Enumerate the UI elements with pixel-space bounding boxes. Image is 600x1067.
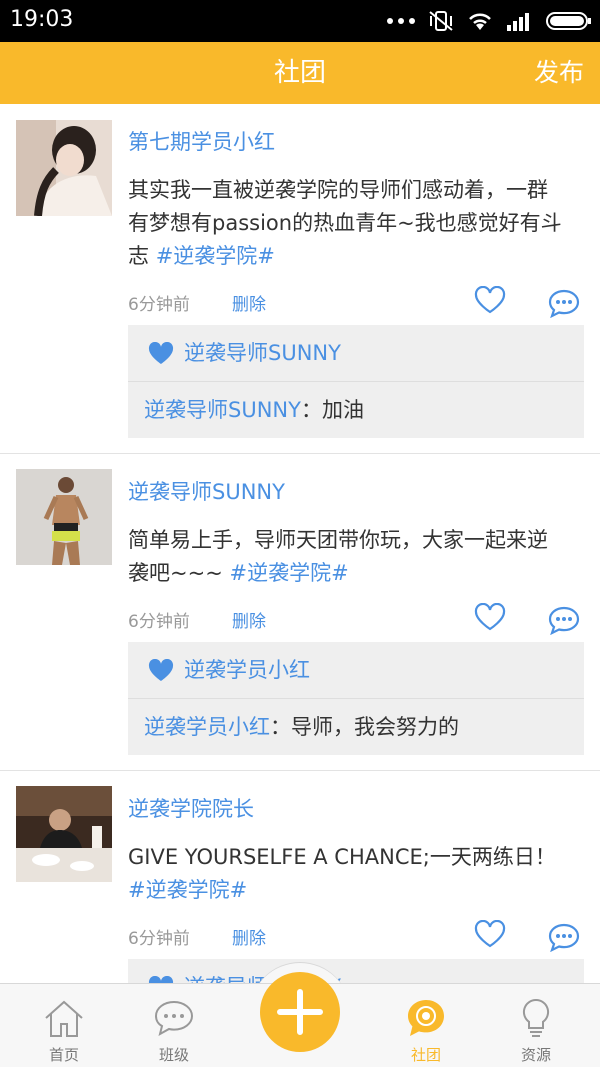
post-item: 第七期学员小红 其实我一直被逆袭学院的导师们感动着，一群 有梦想有passion… xyxy=(0,104,600,454)
liker-name[interactable]: 逆袭学员小红 xyxy=(184,642,310,699)
like-row: 逆袭导师SUNNY xyxy=(128,325,584,382)
notification-dots-icon xyxy=(387,18,415,24)
reply-box: 逆袭学员小红 逆袭学员小红：导师，我会努力的 xyxy=(128,642,584,755)
comment-icon[interactable] xyxy=(547,288,581,318)
page-title: 社团 xyxy=(273,58,326,88)
tab-label: 班级 xyxy=(158,1046,189,1064)
comment-icon[interactable] xyxy=(547,605,581,635)
chat-bubble-icon xyxy=(154,1000,194,1036)
post-time: 6分钟前 xyxy=(128,295,190,315)
post-time: 6分钟前 xyxy=(128,929,190,949)
post-text: 简单易上手，导师天团带你玩，大家一起来逆 袭吧~~~ #逆袭学院# xyxy=(128,528,548,585)
reply-box: 逆袭导师SUNNY xyxy=(128,959,584,983)
post-author[interactable]: 逆袭学院院长 xyxy=(128,793,254,823)
status-icons xyxy=(386,10,592,32)
comment-text: 导师，我会努力的 xyxy=(291,715,459,739)
like-row: 逆袭学员小红 xyxy=(128,642,584,699)
post-tag[interactable]: #逆袭学院# xyxy=(128,878,247,902)
avatar[interactable] xyxy=(16,120,112,216)
delete-button[interactable]: 删除 xyxy=(232,290,266,315)
post-feed[interactable]: 第七期学员小红 其实我一直被逆袭学院的导师们感动着，一群 有梦想有passion… xyxy=(0,104,600,983)
heart-icon xyxy=(148,976,174,983)
tab-resources[interactable]: 资源 xyxy=(486,984,586,1067)
add-post-button[interactable] xyxy=(260,972,340,1052)
signal-icon xyxy=(507,13,529,31)
delete-button[interactable]: 删除 xyxy=(232,924,266,949)
avatar[interactable] xyxy=(16,786,112,882)
publish-button[interactable]: 发布 xyxy=(534,42,584,104)
comment-text: 加油 xyxy=(321,398,364,422)
delete-button[interactable]: 删除 xyxy=(232,607,266,632)
liker-name[interactable]: 逆袭导师SUNNY xyxy=(184,325,341,382)
club-icon xyxy=(408,1000,444,1036)
tab-class[interactable]: 班级 xyxy=(124,984,224,1067)
comment-row: 逆袭导师SUNNY：加油 xyxy=(144,398,364,422)
post-author[interactable]: 第七期学员小红 xyxy=(128,126,275,156)
comment-icon[interactable] xyxy=(547,922,581,952)
post-author[interactable]: 逆袭导师SUNNY xyxy=(128,476,285,506)
reply-box: 逆袭导师SUNNY 逆袭导师SUNNY：加油 xyxy=(128,325,584,438)
lightbulb-icon xyxy=(522,998,550,1037)
tab-home[interactable]: 首页 xyxy=(14,984,114,1067)
like-icon[interactable] xyxy=(474,286,506,314)
post-time: 6分钟前 xyxy=(128,612,190,632)
like-row: 逆袭导师SUNNY xyxy=(128,959,584,983)
vibrate-off-icon xyxy=(429,11,453,31)
status-bar: 19:03 xyxy=(0,0,600,42)
plus-icon xyxy=(277,989,323,1035)
wifi-icon xyxy=(469,13,491,30)
tab-label: 资源 xyxy=(520,1046,551,1064)
comment-row: 逆袭学员小红：导师，我会努力的 xyxy=(144,715,459,739)
status-time: 19:03 xyxy=(10,7,74,32)
app-header: 社团 发布 xyxy=(0,42,600,104)
avatar[interactable] xyxy=(16,469,112,565)
post-item: 逆袭学院院长 GIVE YOURSELFE A CHANCE;一天两练日！ #逆… xyxy=(0,771,600,983)
commenter-name[interactable]: 逆袭导师SUNNY xyxy=(144,398,301,422)
post-item: 逆袭导师SUNNY 简单易上手，导师天团带你玩，大家一起来逆 袭吧~~~ #逆袭… xyxy=(0,454,600,771)
heart-icon xyxy=(148,342,174,364)
post-tag[interactable]: #逆袭学院# xyxy=(229,561,348,585)
battery-icon xyxy=(546,12,591,30)
post-tag[interactable]: #逆袭学院# xyxy=(156,244,275,268)
home-icon xyxy=(45,1000,83,1037)
commenter-name[interactable]: 逆袭学员小红 xyxy=(144,715,270,739)
heart-icon xyxy=(148,659,174,681)
tab-club[interactable]: 社团 xyxy=(376,984,476,1067)
like-icon[interactable] xyxy=(474,603,506,631)
tab-label: 首页 xyxy=(48,1046,79,1064)
tab-label: 社团 xyxy=(410,1046,441,1064)
like-icon[interactable] xyxy=(474,920,506,948)
post-text: 其实我一直被逆袭学院的导师们感动着，一群 有梦想有passion的热血青年~我也… xyxy=(128,178,562,268)
post-text: GIVE YOURSELFE A CHANCE;一天两练日！ #逆袭学院# xyxy=(128,845,556,902)
